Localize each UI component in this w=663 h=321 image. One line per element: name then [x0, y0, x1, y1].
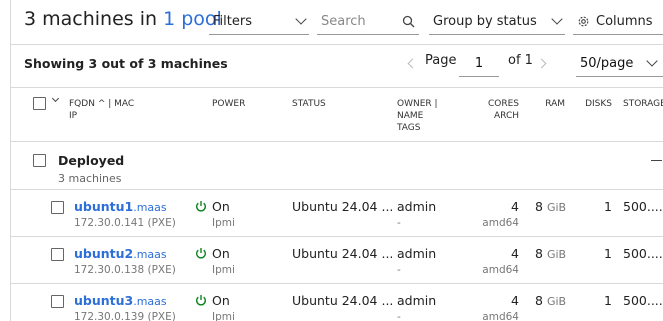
machine-owner: admin [397, 293, 437, 308]
machine-fqdn-link[interactable]: ubuntu1.maas [74, 199, 167, 214]
table-row[interactable]: ubuntu3.maas 172.30.0.139 (PXE) On Ipmi … [11, 284, 663, 321]
machine-arch: amd64 [482, 217, 519, 229]
machine-list-header: 3 machines in 1 pool Filters Search Grou… [11, 0, 663, 44]
next-page-icon[interactable] [536, 58, 547, 69]
machine-arch: amd64 [482, 264, 519, 276]
previous-page-icon[interactable] [407, 58, 418, 69]
machine-ram: 8 GiB [535, 199, 567, 214]
machine-fqdn-link[interactable]: ubuntu2.maas [74, 246, 167, 261]
filters-dropdown[interactable]: Filters [209, 8, 309, 35]
machine-ip: 172.30.0.141 (PXE) [74, 217, 176, 229]
ram-column-header[interactable]: RAM [541, 98, 565, 110]
power-on-icon [196, 295, 206, 306]
per-page-select[interactable]: 50/page [576, 51, 663, 77]
table-row[interactable]: ubuntu1.maas 172.30.0.141 (PXE) On Ipmi … [11, 190, 663, 236]
machine-disks: 1 [604, 293, 612, 308]
page-title: 3 machines in 1 pool [24, 8, 222, 30]
row-checkbox[interactable] [51, 248, 64, 261]
showing-count: Showing 3 out of 3 machines [24, 56, 228, 71]
machine-ip: 172.30.0.139 (PXE) [74, 311, 176, 321]
divider [11, 87, 663, 88]
cores-column-header[interactable]: CORES ARCH [471, 98, 519, 122]
disks-column-header[interactable]: DISKS [579, 98, 612, 110]
collapse-group-icon[interactable] [651, 160, 662, 161]
machine-fqdn-link[interactable]: ubuntu3.maas [74, 293, 167, 308]
machine-storage: 500.... [623, 246, 663, 261]
power-state: On [212, 293, 230, 308]
group-by-dropdown[interactable]: Group by status [429, 8, 565, 35]
machine-disks: 1 [604, 246, 612, 261]
row-checkbox[interactable] [51, 295, 64, 308]
page-total: of 1 [508, 53, 533, 68]
row-checkbox[interactable] [51, 201, 64, 214]
machine-ram: 8 GiB [535, 246, 567, 261]
machine-tags: - [397, 264, 401, 276]
chevron-down-icon [551, 12, 563, 25]
machine-status: Ubuntu 24.04 ... [292, 199, 394, 214]
owner-column-header[interactable]: OWNER | NAME TAGS [397, 98, 438, 134]
machine-storage: 500.... [623, 199, 663, 214]
power-state: On [212, 199, 230, 214]
power-state: On [212, 246, 230, 261]
machine-status: Ubuntu 24.04 ... [292, 246, 394, 261]
sort-ascending-icon[interactable]: ^ [98, 99, 106, 109]
machine-arch: amd64 [482, 311, 519, 321]
machine-tags: - [397, 217, 401, 229]
page-label: Page [425, 53, 457, 68]
group-checkbox[interactable] [33, 154, 46, 167]
machine-status: Ubuntu 24.04 ... [292, 293, 394, 308]
group-count: 3 machines [58, 172, 122, 185]
chevron-down-icon[interactable] [51, 94, 60, 103]
machine-owner: admin [397, 246, 437, 261]
gear-icon [578, 16, 589, 26]
machine-list-panel: 3 machines in 1 pool Filters Search Grou… [10, 0, 663, 321]
machine-tags: - [397, 311, 401, 321]
power-type: Ipmi [212, 311, 235, 321]
machine-owner: admin [397, 199, 437, 214]
group-title: Deployed [58, 153, 125, 168]
page-number-input[interactable]: 1 [459, 51, 499, 77]
machine-cores: 4 [511, 246, 519, 261]
machine-cores: 4 [511, 293, 519, 308]
power-type: Ipmi [212, 264, 235, 276]
status-column-header[interactable]: STATUS [292, 98, 326, 110]
power-column-header[interactable]: POWER [212, 98, 245, 110]
machine-disks: 1 [604, 199, 612, 214]
divider [11, 141, 663, 142]
machine-cores: 4 [511, 199, 519, 214]
chevron-down-icon [295, 12, 307, 25]
chevron-down-icon [646, 55, 658, 67]
search-input[interactable]: Search [317, 8, 419, 35]
power-type: Ipmi [212, 217, 235, 229]
machine-ram: 8 GiB [535, 293, 567, 308]
divider [11, 44, 663, 45]
search-icon [402, 15, 415, 27]
fqdn-column-header[interactable]: FQDN ^ | MAC IP [69, 98, 134, 122]
power-on-icon [196, 248, 206, 259]
power-on-icon [196, 201, 206, 212]
storage-column-header[interactable]: STORAGE [623, 98, 663, 110]
machine-ip: 172.30.0.138 (PXE) [74, 264, 176, 276]
machine-storage: 500.... [623, 293, 663, 308]
select-all-checkbox[interactable] [33, 97, 46, 110]
table-row[interactable]: ubuntu2.maas 172.30.0.138 (PXE) On Ipmi … [11, 237, 663, 283]
columns-button[interactable]: Columns [573, 8, 663, 35]
